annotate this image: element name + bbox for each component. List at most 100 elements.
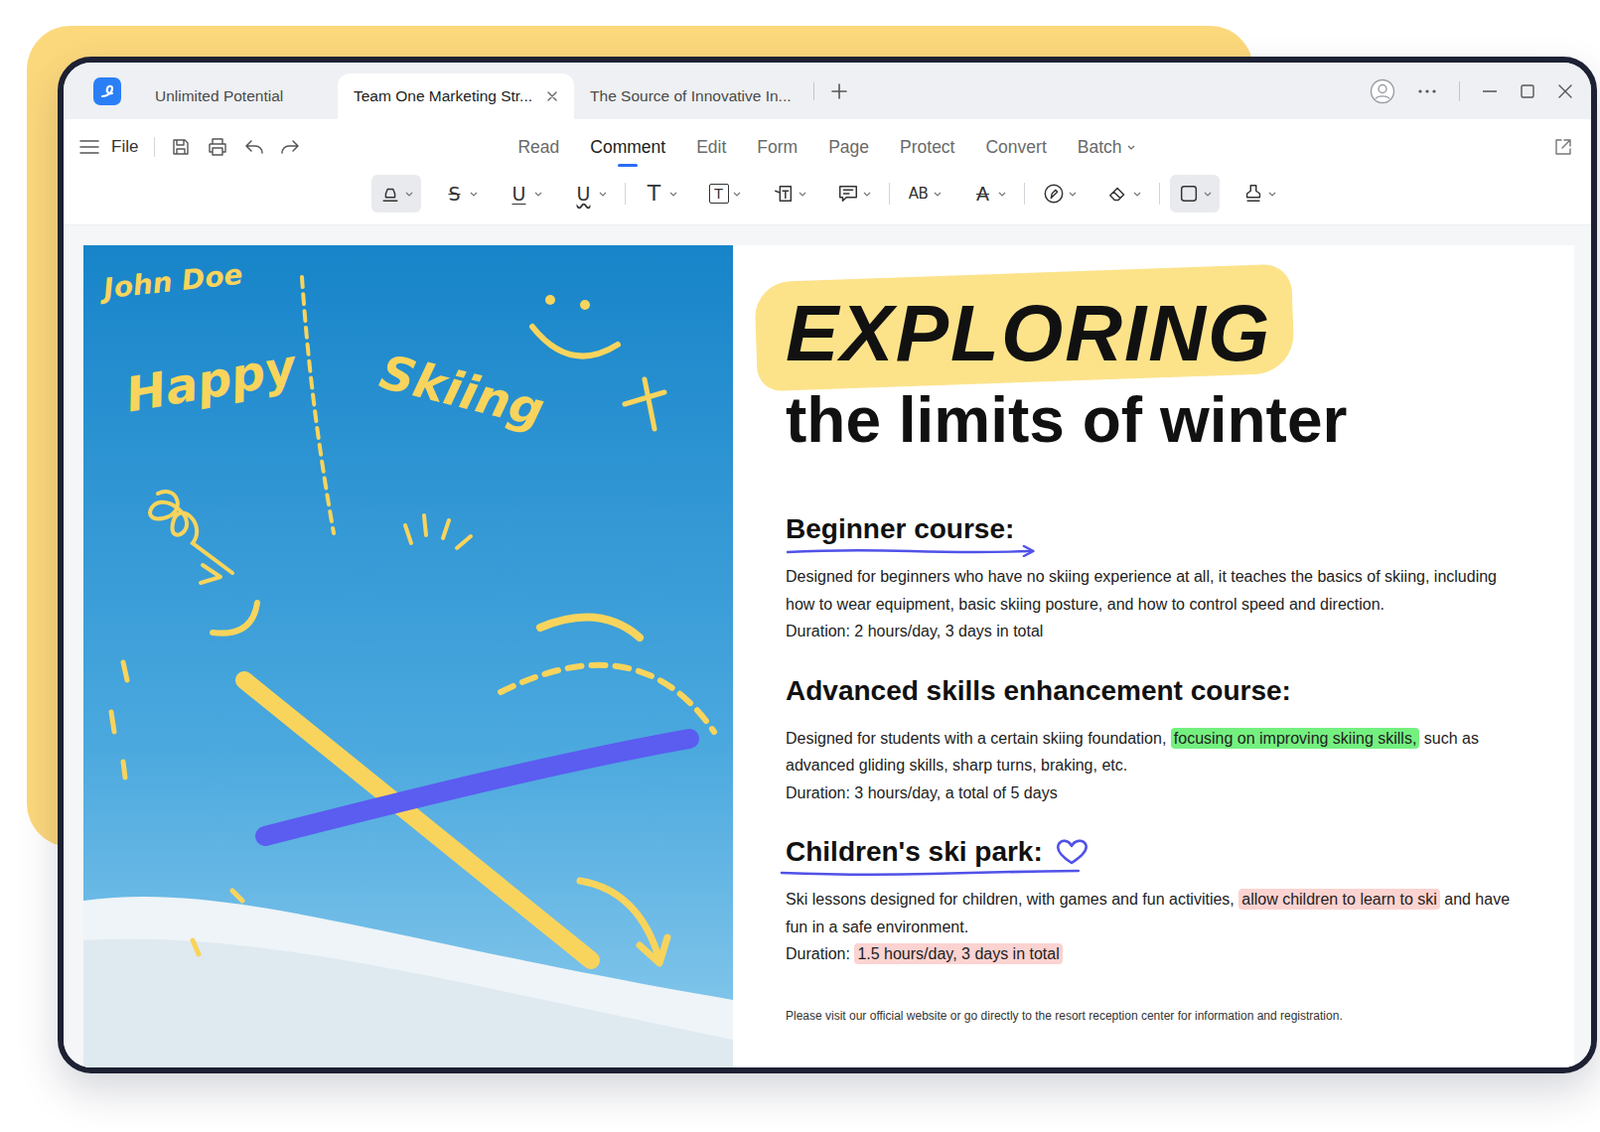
tool-options-chevron-icon [1133, 189, 1142, 198]
shape-tool[interactable] [1169, 174, 1220, 213]
strikethrough-tool[interactable]: S [436, 174, 486, 213]
comment-tools-row: S U U T T AB A [63, 174, 1592, 213]
menu-row: File Read Comment Edit Form Page Protect… [63, 119, 1592, 175]
text-box-icon: T [709, 183, 729, 204]
app-logo-icon[interactable] [93, 77, 122, 106]
page-footer-note: Please visit our official website or go … [785, 1008, 1545, 1024]
text-run: Duration: [785, 945, 855, 963]
rectangle-shape-icon [1177, 182, 1200, 205]
mode-menu-item[interactable]: Batch [1077, 131, 1136, 164]
print-icon[interactable] [206, 137, 229, 157]
text-run: Designed for beginners who have no skiin… [785, 568, 1497, 613]
mode-menu-item[interactable]: Page [828, 131, 870, 164]
mode-menu-item[interactable]: Convert [985, 131, 1046, 164]
squiggly-tool[interactable]: U [565, 174, 615, 213]
mode-menu-item[interactable]: Edit [696, 131, 727, 164]
tool-options-chevron-icon [933, 189, 942, 198]
document-tab[interactable]: Team One Marketing Str... [337, 73, 575, 120]
highlighted-text[interactable]: focusing on improving skiing skills, [1170, 727, 1421, 749]
app-window: Unlimited Potential Team One Marketing S… [57, 56, 1598, 1074]
redo-icon[interactable] [280, 137, 300, 157]
heart-annotation[interactable] [1052, 838, 1091, 867]
dropdown-chevron-icon [1127, 143, 1136, 151]
tab-label: Team One Marketing Str... [353, 87, 533, 106]
stamp-icon [1242, 182, 1265, 205]
document-tab[interactable]: Unlimited Potential [139, 73, 338, 120]
tool-group: AB A [899, 174, 1015, 213]
file-menu[interactable]: File [111, 137, 139, 157]
eraser-tool[interactable] [1099, 174, 1150, 213]
open-external-icon[interactable] [1553, 137, 1574, 157]
save-icon[interactable] [170, 137, 191, 157]
more-options-icon[interactable] [1417, 88, 1438, 95]
active-indicator [617, 163, 638, 167]
highlighted-text[interactable]: 1.5 hours/day, 3 days in total [854, 943, 1062, 965]
text-icon: T [643, 181, 666, 206]
tool-options-chevron-icon [863, 189, 872, 198]
tool-options-chevron-icon [732, 189, 741, 198]
pencil-tool[interactable] [1034, 174, 1085, 213]
underline-icon: U [508, 181, 531, 206]
insert-text-icon: A [972, 181, 995, 206]
desktop: Unlimited Potential Team One Marketing S… [0, 0, 1600, 1132]
note-tool[interactable] [829, 174, 879, 213]
course-section: Children's ski park: Ski lessons designe… [785, 834, 1545, 969]
tool-group [1034, 174, 1150, 213]
section-description: Ski lessons designed for children, with … [785, 885, 1526, 941]
replace-tool[interactable]: AB [899, 174, 950, 213]
strikethrough-icon: S [443, 181, 466, 206]
textbox-tool[interactable]: T [700, 174, 750, 213]
pdf-page: John Doe HappySkiing EXPLORING the limit… [83, 245, 1575, 1068]
window-controls [1369, 78, 1574, 105]
close-tab-icon[interactable] [546, 90, 559, 103]
section-heading: Beginner course: [785, 511, 1015, 556]
section-duration: Duration: 3 hours/day, a total of 5 days [785, 779, 1526, 808]
menu-label: Batch [1077, 137, 1123, 158]
mode-menu: Read Comment Edit Form Page Protect Conv… [517, 131, 1135, 164]
callout-tool[interactable] [764, 174, 815, 213]
mode-menu-item[interactable]: Comment [589, 131, 666, 164]
mode-menu-item[interactable]: Form [756, 131, 798, 164]
text-callout-icon [772, 182, 795, 205]
text-run: Designed for students with a certain ski… [785, 729, 1171, 747]
page-text: EXPLORING the limits of winter Beginner … [732, 245, 1575, 1068]
hamburger-menu-icon[interactable] [79, 139, 100, 155]
document-tab[interactable]: The Source of Innovative In... [574, 73, 807, 120]
tool-options-chevron-icon [1203, 189, 1212, 198]
highlighted-text[interactable]: allow children to learn to ski [1238, 888, 1441, 910]
text-tool[interactable]: T [635, 174, 686, 213]
controls-divider [1458, 81, 1460, 102]
menu-label: Edit [696, 137, 727, 158]
menu-label: Page [828, 137, 870, 158]
tool-options-chevron-icon [534, 189, 543, 198]
document-viewer: John Doe HappySkiing EXPLORING the limit… [63, 225, 1592, 1068]
mode-menu-item[interactable]: Read [517, 131, 560, 164]
section-duration: Duration: 2 hours/day, 3 days in total [785, 617, 1526, 646]
menu-label: Protect [899, 137, 955, 158]
close-window-icon[interactable] [1557, 83, 1574, 100]
course-section: Advanced skills enhancement course: Desi… [785, 673, 1545, 808]
maximize-icon[interactable] [1519, 83, 1536, 100]
tool-group-divider [888, 182, 890, 205]
tab-divider [813, 82, 815, 101]
app-logo-icon [93, 77, 122, 106]
underline-tool[interactable]: U [500, 174, 551, 213]
arrow-underline-annotation[interactable] [785, 545, 1040, 558]
highlight-tool[interactable] [371, 174, 422, 213]
replace-text-icon: AB [907, 181, 930, 206]
heading-text: Children's ski park: [785, 834, 1043, 871]
tab-label: Unlimited Potential [154, 87, 284, 106]
underline-annotation[interactable] [779, 868, 1081, 878]
tool-options-chevron-icon [469, 189, 478, 198]
tool-options-chevron-icon [1268, 189, 1277, 198]
text-run: Ski lessons designed for children, with … [785, 890, 1239, 908]
undo-icon[interactable] [244, 137, 265, 157]
user-account-icon[interactable] [1369, 78, 1396, 105]
stamp-tool[interactable] [1234, 174, 1285, 213]
tool-options-chevron-icon [798, 189, 807, 198]
mode-menu-item[interactable]: Protect [899, 131, 955, 164]
minimize-icon[interactable] [1481, 83, 1498, 100]
toolbar: File Read Comment Edit Form Page Protect… [63, 119, 1592, 226]
new-tab-plus-icon[interactable] [830, 82, 849, 101]
font-tool[interactable]: A [964, 174, 1015, 213]
